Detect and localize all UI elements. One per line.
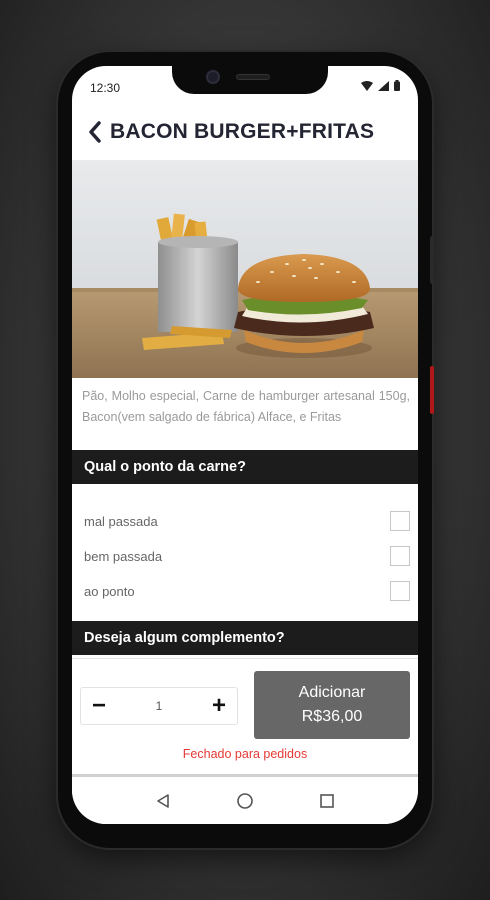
option-mal-passada[interactable]: mal passada (84, 508, 410, 534)
doneness-section-title: Qual o ponto da carne? (84, 459, 246, 475)
checkbox[interactable] (390, 581, 410, 601)
add-button-label: Adicionar (298, 684, 366, 701)
divider (72, 774, 418, 777)
option-ao-ponto[interactable]: ao ponto (84, 578, 410, 604)
system-nav-bar (72, 778, 418, 824)
checkbox[interactable] (390, 546, 410, 566)
quantity-stepper: − 1 + (80, 687, 238, 725)
power-button (430, 366, 434, 414)
complement-section-title: Deseja algum complemento? (84, 630, 285, 646)
chevron-left-icon[interactable] (86, 121, 104, 143)
burger-photo (72, 160, 418, 378)
add-button-price: R$36,00 (301, 708, 363, 725)
option-label: ao ponto (84, 583, 135, 599)
checkbox[interactable] (390, 511, 410, 531)
page-title: BACON BURGER+FRITAS (110, 120, 375, 143)
quantity-value: 1 (155, 699, 163, 713)
app-header: BACON BURGER+FRITAS (72, 110, 418, 154)
option-label: mal passada (84, 513, 158, 529)
minus-button[interactable]: − (81, 688, 117, 724)
option-label: bem passada (84, 548, 163, 564)
add-to-cart-button[interactable]: Adicionar R$36,00 (254, 671, 410, 739)
camera-icon (206, 70, 220, 84)
volume-button (430, 236, 434, 284)
recents-square-icon[interactable] (319, 793, 335, 809)
plus-button[interactable]: + (201, 688, 237, 724)
order-bar: − 1 + Adicionar R$36,00 Fechado para ped… (72, 658, 418, 782)
closed-message: Fechado para pedidos (182, 747, 308, 761)
doneness-section-header: Qual o ponto da carne? (72, 450, 418, 484)
signal-icon (378, 80, 389, 91)
option-bem-passada[interactable]: bem passada (84, 543, 410, 569)
product-description: Pão, Molho especial, Carne de hamburger … (82, 389, 410, 424)
back-triangle-icon[interactable] (155, 793, 171, 809)
complement-section-header: Deseja algum complemento? (72, 621, 418, 655)
speaker-grille (236, 74, 270, 80)
wifi-icon (361, 80, 373, 91)
camera-notch (172, 66, 328, 94)
battery-icon (394, 80, 400, 91)
screen: 12:30 BACON BURGER+FRITAS Pão, Molho esp… (72, 66, 418, 824)
home-circle-icon[interactable] (236, 792, 254, 810)
status-icons (361, 80, 400, 91)
status-time: 12:30 (90, 81, 121, 95)
